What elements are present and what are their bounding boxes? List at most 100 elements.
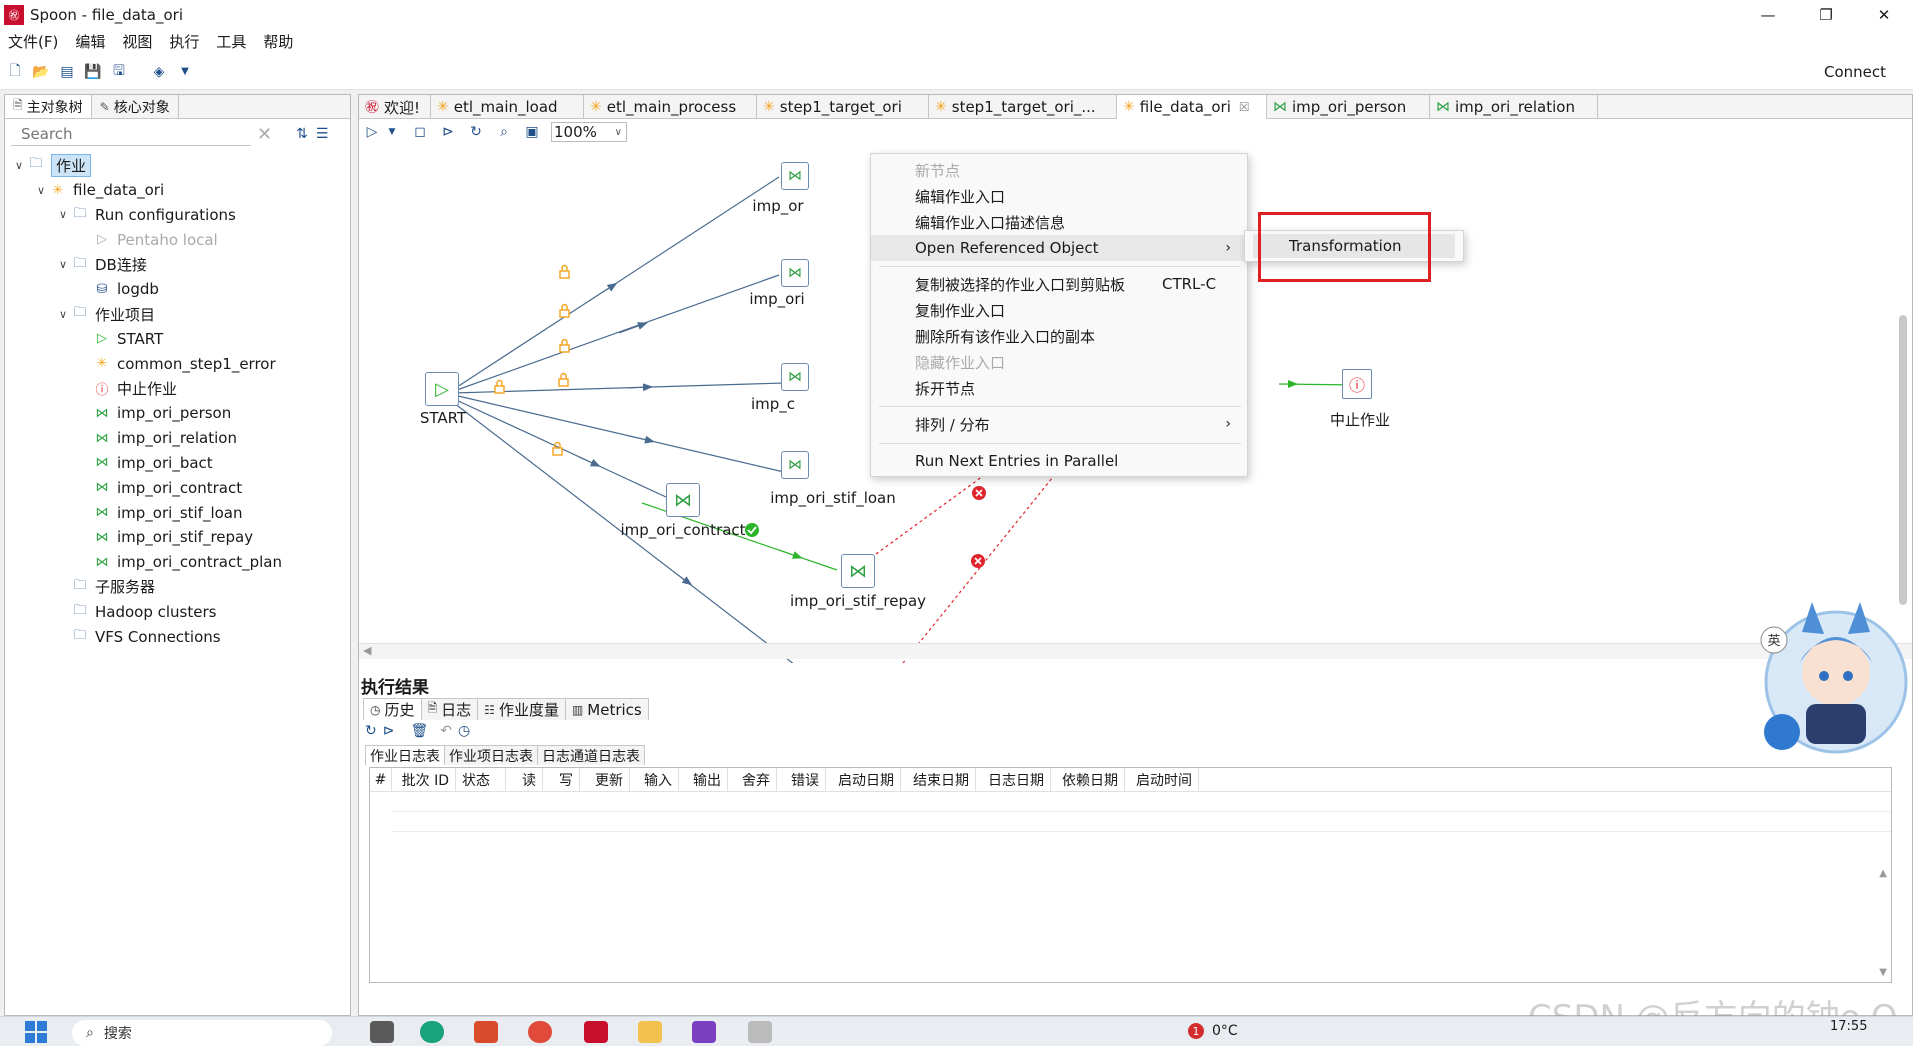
node-top[interactable]: ⋈: [781, 162, 809, 190]
tree-item-db-connections[interactable]: ∨ 🗀 DB连接: [5, 252, 350, 277]
taskbar-app-edge[interactable]: [420, 1021, 444, 1043]
hop-start-stif-loan[interactable]: [453, 394, 785, 473]
tab-channel-log-table[interactable]: 日志通道日志表: [537, 745, 645, 765]
tab-etl-main-process[interactable]: ✳ etl_main_process: [584, 95, 758, 119]
save-icon[interactable]: 💾: [84, 63, 102, 81]
tree-item-imp-ori-stif-loan[interactable]: ⋈ imp_ori_stif_loan: [5, 500, 350, 525]
close-tab-icon[interactable]: ☒: [1239, 100, 1250, 114]
menu-copy-to-clipboard[interactable]: 复制被选择的作业入口到剪贴板 CTRL-C: [871, 271, 1247, 297]
tab-welcome[interactable]: ㊗欢迎!: [359, 95, 432, 119]
menu-delete-all-copies[interactable]: 删除所有该作业入口的副本: [871, 323, 1247, 349]
tree-item-imp-ori-person[interactable]: ⋈ imp_ori_person: [5, 401, 350, 426]
connect-button[interactable]: Connect: [1824, 63, 1886, 81]
node-third[interactable]: ⋈: [781, 363, 809, 391]
minimize-button[interactable]: —: [1739, 0, 1797, 29]
tab-step1-target-ori-2[interactable]: ✳ step1_target_ori_...: [929, 95, 1118, 119]
menu-edit[interactable]: 编辑: [75, 31, 105, 52]
tree-item-vfs-connections[interactable]: 🗀 VFS Connections: [5, 624, 350, 649]
chevron-down-icon[interactable]: ▼: [383, 123, 401, 141]
tree-item-imp-ori-bact[interactable]: ⋈ imp_ori_bact: [5, 451, 350, 476]
menu-tools[interactable]: 工具: [216, 31, 246, 52]
menu-duplicate-entry[interactable]: 复制作业入口: [871, 297, 1247, 323]
menu-file[interactable]: 文件(F): [8, 31, 58, 52]
taskbar-search[interactable]: ⌕ 搜索: [72, 1020, 332, 1046]
close-button[interactable]: ✕: [1855, 0, 1913, 29]
chevron-down-icon[interactable]: ∨: [33, 184, 49, 197]
sql-icon[interactable]: ▣: [523, 123, 541, 141]
chevron-down-icon[interactable]: ∨: [55, 208, 71, 221]
collapse-tree-icon[interactable]: ☰: [316, 126, 329, 142]
zoom-select[interactable]: 100% ∨: [551, 122, 627, 142]
expand-tree-icon[interactable]: ⇅: [296, 126, 308, 142]
undo-icon[interactable]: ↶: [440, 723, 452, 739]
canvas-vertical-scrollbar[interactable]: [1899, 315, 1907, 605]
tree-item-imp-ori-relation[interactable]: ⋈ imp_ori_relation: [5, 426, 350, 451]
tree-item-run-configurations[interactable]: ∨ 🗀 Run configurations: [5, 203, 350, 228]
stop-icon[interactable]: ◻: [411, 123, 429, 141]
node-imp-ori-stif-loan[interactable]: ⋈: [781, 451, 809, 479]
run-icon[interactable]: ▷: [363, 123, 381, 141]
taskbar-app-folder[interactable]: [638, 1021, 662, 1043]
tree-item-slave-servers[interactable]: 🗀 子服务器: [5, 575, 350, 600]
save-as-icon[interactable]: 🖫: [110, 63, 128, 81]
explore-repository-icon[interactable]: ▤: [58, 63, 76, 81]
tree-item-imp-ori-contract-plan[interactable]: ⋈ imp_ori_contract_plan: [5, 550, 350, 575]
taskbar-app-vscode[interactable]: [692, 1021, 716, 1043]
chevron-down-icon[interactable]: ∨: [55, 258, 71, 271]
tree-item-jobs[interactable]: ∨ 🗀 作业: [5, 153, 350, 178]
tree-item-common-step1-error[interactable]: ✳ common_step1_error: [5, 351, 350, 376]
scroll-up-icon[interactable]: ▲: [1879, 868, 1887, 879]
menu-run[interactable]: 执行: [169, 31, 199, 52]
taskbar-app-chrome[interactable]: [528, 1021, 552, 1043]
taskbar-app-spoon[interactable]: [584, 1021, 608, 1043]
scroll-left-icon[interactable]: ◀: [363, 644, 371, 657]
tab-job-log-table[interactable]: 作业日志表: [365, 745, 445, 765]
refresh-icon[interactable]: ↻: [365, 723, 377, 739]
delete-icon[interactable]: 🗑: [410, 723, 428, 739]
taskbar-app-notes[interactable]: [748, 1021, 772, 1043]
weather-widget[interactable]: 1 0°C: [1188, 1023, 1238, 1039]
hop-start-top[interactable]: [453, 176, 780, 390]
menu-run-parallel[interactable]: Run Next Entries in Parallel: [871, 448, 1247, 474]
canvas-horizontal-scrollbar[interactable]: ◀: [359, 643, 1912, 659]
tree-item-imp-ori-stif-repay[interactable]: ⋈ imp_ori_stif_repay: [5, 525, 350, 550]
mascot-avatar[interactable]: 英: [1752, 592, 1910, 760]
maximize-button[interactable]: ❐: [1797, 0, 1855, 29]
replay-icon[interactable]: ↻: [467, 123, 485, 141]
menu-align-distribute[interactable]: 排列 / 分布 ›: [871, 411, 1247, 437]
clear-search-icon[interactable]: ✕: [257, 124, 272, 145]
tab-main-tree[interactable]: 🗎 主对象树: [5, 95, 92, 118]
taskbar-app-files[interactable]: [370, 1021, 394, 1043]
taskbar-app-office[interactable]: [474, 1021, 498, 1043]
replay-icon[interactable]: ⊳: [383, 723, 395, 739]
menu-edit-entry[interactable]: 编辑作业入口: [871, 183, 1247, 209]
tab-job-entry-log-table[interactable]: 作业项日志表: [444, 745, 538, 765]
tree-item-pentaho-local[interactable]: ▷ Pentaho local: [5, 227, 350, 252]
menu-help[interactable]: 帮助: [263, 31, 293, 52]
new-file-icon[interactable]: 🗋: [6, 63, 24, 81]
tree-item-abort-job[interactable]: ⓘ 中止作业: [5, 376, 350, 401]
menu-edit-entry-description[interactable]: 编辑作业入口描述信息: [871, 209, 1247, 235]
clock-icon[interactable]: ◷: [458, 723, 470, 739]
tree-search-input[interactable]: [11, 122, 251, 146]
scroll-down-icon[interactable]: ▼: [1879, 967, 1887, 978]
chevron-down-icon[interactable]: ∨: [11, 159, 27, 172]
preview-icon[interactable]: ⊳: [439, 123, 457, 141]
tab-core-objects[interactable]: ✎ 核心对象: [92, 95, 179, 118]
node-start[interactable]: ▷: [425, 372, 459, 406]
taskbar-clock[interactable]: 17:55: [1830, 1019, 1867, 1034]
tab-imp-ori-relation[interactable]: ⋈ imp_ori_relation: [1430, 95, 1599, 119]
node-abort-job[interactable]: ⓘ: [1342, 369, 1372, 399]
check-icon[interactable]: ⌕: [495, 123, 513, 141]
menu-view[interactable]: 视图: [122, 31, 152, 52]
tree-item-start[interactable]: ▷ START: [5, 327, 350, 352]
tree-item-imp-ori-contract[interactable]: ⋈ imp_ori_contract: [5, 475, 350, 500]
tree-item-file-data-ori[interactable]: ∨ ✳ file_data_ori: [5, 178, 350, 203]
start-button[interactable]: [25, 1021, 47, 1043]
menu-new-node[interactable]: 新节点: [871, 157, 1247, 183]
tree-item-job-entries[interactable]: ∨ 🗀 作业项目: [5, 302, 350, 327]
perspective-icon[interactable]: ◈: [150, 63, 168, 81]
menu-detach-node[interactable]: 拆开节点: [871, 375, 1247, 401]
tab-job-metrics[interactable]: ☷ 作业度量: [477, 698, 566, 720]
tree-item-hadoop-clusters[interactable]: 🗀 Hadoop clusters: [5, 599, 350, 624]
